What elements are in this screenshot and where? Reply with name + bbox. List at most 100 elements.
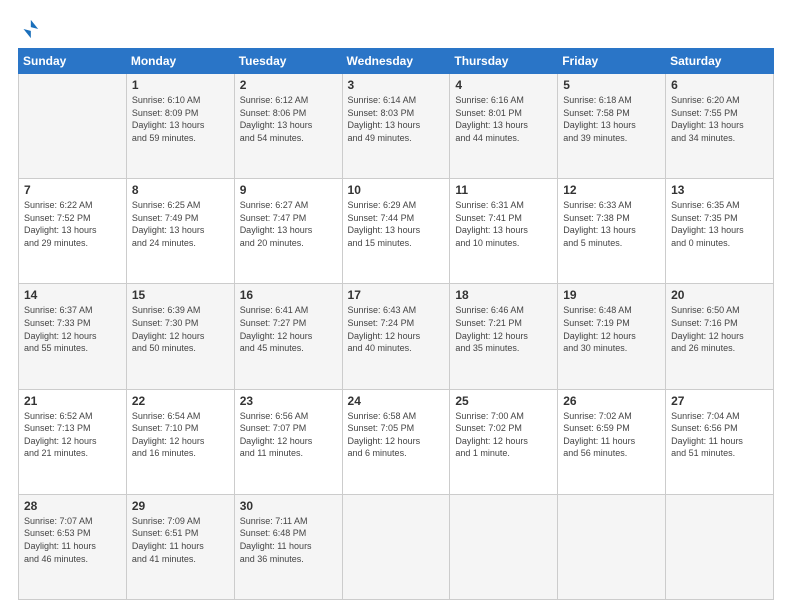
day-info: Sunrise: 6:46 AM Sunset: 7:21 PM Dayligh… xyxy=(455,304,552,354)
calendar-cell: 21Sunrise: 6:52 AM Sunset: 7:13 PM Dayli… xyxy=(19,389,127,494)
day-number: 29 xyxy=(132,499,229,513)
calendar-cell: 24 Sunrise: 6:58 AM Sunset: 7:05 PM Dayli… xyxy=(342,389,450,494)
day-info: Sunrise: 6:33 AM Sunset: 7:38 PM Dayligh… xyxy=(563,199,660,249)
day-number: 4 xyxy=(455,78,552,92)
day-info: Sunrise: 6:48 AM Sunset: 7:19 PM Dayligh… xyxy=(563,304,660,354)
calendar-cell: 30 Sunrise: 7:11 AM Sunset: 6:48 PM Dayli… xyxy=(234,494,342,599)
day-number: 19 xyxy=(563,288,660,302)
day-number: 6 xyxy=(671,78,768,92)
logo-icon xyxy=(18,18,40,40)
logo xyxy=(18,18,44,40)
day-info: Sunrise: 6:31 AM Sunset: 7:41 PM Dayligh… xyxy=(455,199,552,249)
day-number: 8 xyxy=(132,183,229,197)
day-info: Sunrise: 6:10 AM Sunset: 8:09 PM Dayligh… xyxy=(132,94,229,144)
day-number: 9 xyxy=(240,183,337,197)
day-number: 13 xyxy=(671,183,768,197)
calendar-cell: 16Sunrise: 6:41 AM Sunset: 7:27 PM Dayli… xyxy=(234,284,342,389)
calendar-cell: 17Sunrise: 6:43 AM Sunset: 7:24 PM Dayli… xyxy=(342,284,450,389)
calendar-cell xyxy=(450,494,558,599)
day-number: 1 xyxy=(132,78,229,92)
calendar-cell: 13 Sunrise: 6:35 AM Sunset: 7:35 PM Dayli… xyxy=(666,179,774,284)
weekday-header-thursday: Thursday xyxy=(450,49,558,74)
day-number: 22 xyxy=(132,394,229,408)
day-number: 28 xyxy=(24,499,121,513)
day-number: 3 xyxy=(348,78,445,92)
day-info: Sunrise: 6:35 AM Sunset: 7:35 PM Dayligh… xyxy=(671,199,768,249)
page: SundayMondayTuesdayWednesdayThursdayFrid… xyxy=(0,0,792,612)
day-info: Sunrise: 6:18 AM Sunset: 7:58 PM Dayligh… xyxy=(563,94,660,144)
calendar-row-1: 1 Sunrise: 6:10 AM Sunset: 8:09 PM Daylig… xyxy=(19,74,774,179)
calendar-cell xyxy=(342,494,450,599)
calendar-row-4: 21Sunrise: 6:52 AM Sunset: 7:13 PM Dayli… xyxy=(19,389,774,494)
day-info: Sunrise: 7:02 AM Sunset: 6:59 PM Dayligh… xyxy=(563,410,660,460)
calendar-table: SundayMondayTuesdayWednesdayThursdayFrid… xyxy=(18,48,774,600)
day-number: 18 xyxy=(455,288,552,302)
day-info: Sunrise: 7:09 AM Sunset: 6:51 PM Dayligh… xyxy=(132,515,229,565)
day-info: Sunrise: 6:16 AM Sunset: 8:01 PM Dayligh… xyxy=(455,94,552,144)
calendar-cell: 6 Sunrise: 6:20 AM Sunset: 7:55 PM Daylig… xyxy=(666,74,774,179)
day-info: Sunrise: 6:56 AM Sunset: 7:07 PM Dayligh… xyxy=(240,410,337,460)
weekday-header-saturday: Saturday xyxy=(666,49,774,74)
calendar-cell: 3Sunrise: 6:14 AM Sunset: 8:03 PM Daylig… xyxy=(342,74,450,179)
calendar-cell xyxy=(558,494,666,599)
day-number: 23 xyxy=(240,394,337,408)
day-info: Sunrise: 6:20 AM Sunset: 7:55 PM Dayligh… xyxy=(671,94,768,144)
calendar-cell: 9 Sunrise: 6:27 AM Sunset: 7:47 PM Daylig… xyxy=(234,179,342,284)
calendar-cell: 2Sunrise: 6:12 AM Sunset: 8:06 PM Daylig… xyxy=(234,74,342,179)
day-info: Sunrise: 6:25 AM Sunset: 7:49 PM Dayligh… xyxy=(132,199,229,249)
calendar-cell: 19 Sunrise: 6:48 AM Sunset: 7:19 PM Dayli… xyxy=(558,284,666,389)
calendar-cell: 18 Sunrise: 6:46 AM Sunset: 7:21 PM Dayli… xyxy=(450,284,558,389)
day-number: 24 xyxy=(348,394,445,408)
calendar-row-2: 7 Sunrise: 6:22 AM Sunset: 7:52 PM Daylig… xyxy=(19,179,774,284)
calendar-cell: 14 Sunrise: 6:37 AM Sunset: 7:33 PM Dayli… xyxy=(19,284,127,389)
day-info: Sunrise: 7:00 AM Sunset: 7:02 PM Dayligh… xyxy=(455,410,552,460)
calendar-cell: 10 Sunrise: 6:29 AM Sunset: 7:44 PM Dayli… xyxy=(342,179,450,284)
day-number: 11 xyxy=(455,183,552,197)
calendar-cell: 26 Sunrise: 7:02 AM Sunset: 6:59 PM Dayli… xyxy=(558,389,666,494)
weekday-header-wednesday: Wednesday xyxy=(342,49,450,74)
calendar-cell: 8 Sunrise: 6:25 AM Sunset: 7:49 PM Daylig… xyxy=(126,179,234,284)
calendar-cell xyxy=(19,74,127,179)
day-info: Sunrise: 6:22 AM Sunset: 7:52 PM Dayligh… xyxy=(24,199,121,249)
day-number: 25 xyxy=(455,394,552,408)
day-info: Sunrise: 6:52 AM Sunset: 7:13 PM Dayligh… xyxy=(24,410,121,460)
weekday-header-monday: Monday xyxy=(126,49,234,74)
calendar-cell: 15 Sunrise: 6:39 AM Sunset: 7:30 PM Dayli… xyxy=(126,284,234,389)
day-info: Sunrise: 7:11 AM Sunset: 6:48 PM Dayligh… xyxy=(240,515,337,565)
day-number: 15 xyxy=(132,288,229,302)
calendar-cell: 12Sunrise: 6:33 AM Sunset: 7:38 PM Dayli… xyxy=(558,179,666,284)
calendar-cell: 1 Sunrise: 6:10 AM Sunset: 8:09 PM Daylig… xyxy=(126,74,234,179)
day-number: 17 xyxy=(348,288,445,302)
calendar-row-5: 28 Sunrise: 7:07 AM Sunset: 6:53 PM Dayli… xyxy=(19,494,774,599)
day-info: Sunrise: 6:39 AM Sunset: 7:30 PM Dayligh… xyxy=(132,304,229,354)
day-info: Sunrise: 6:50 AM Sunset: 7:16 PM Dayligh… xyxy=(671,304,768,354)
day-info: Sunrise: 6:58 AM Sunset: 7:05 PM Dayligh… xyxy=(348,410,445,460)
day-number: 20 xyxy=(671,288,768,302)
calendar-cell: 7 Sunrise: 6:22 AM Sunset: 7:52 PM Daylig… xyxy=(19,179,127,284)
day-info: Sunrise: 6:27 AM Sunset: 7:47 PM Dayligh… xyxy=(240,199,337,249)
day-number: 30 xyxy=(240,499,337,513)
day-number: 16 xyxy=(240,288,337,302)
day-number: 26 xyxy=(563,394,660,408)
calendar-cell: 27Sunrise: 7:04 AM Sunset: 6:56 PM Dayli… xyxy=(666,389,774,494)
calendar-row-3: 14 Sunrise: 6:37 AM Sunset: 7:33 PM Dayli… xyxy=(19,284,774,389)
day-number: 10 xyxy=(348,183,445,197)
day-info: Sunrise: 6:29 AM Sunset: 7:44 PM Dayligh… xyxy=(348,199,445,249)
day-info: Sunrise: 6:37 AM Sunset: 7:33 PM Dayligh… xyxy=(24,304,121,354)
day-number: 2 xyxy=(240,78,337,92)
weekday-header-sunday: Sunday xyxy=(19,49,127,74)
calendar-cell: 5 Sunrise: 6:18 AM Sunset: 7:58 PM Daylig… xyxy=(558,74,666,179)
day-number: 7 xyxy=(24,183,121,197)
calendar-cell: 23 Sunrise: 6:56 AM Sunset: 7:07 PM Dayli… xyxy=(234,389,342,494)
header xyxy=(18,18,774,40)
day-info: Sunrise: 7:04 AM Sunset: 6:56 PM Dayligh… xyxy=(671,410,768,460)
day-number: 14 xyxy=(24,288,121,302)
day-number: 5 xyxy=(563,78,660,92)
calendar-cell: 4 Sunrise: 6:16 AM Sunset: 8:01 PM Daylig… xyxy=(450,74,558,179)
calendar-cell: 25 Sunrise: 7:00 AM Sunset: 7:02 PM Dayli… xyxy=(450,389,558,494)
calendar-cell: 28 Sunrise: 7:07 AM Sunset: 6:53 PM Dayli… xyxy=(19,494,127,599)
day-info: Sunrise: 7:07 AM Sunset: 6:53 PM Dayligh… xyxy=(24,515,121,565)
calendar-cell: 22 Sunrise: 6:54 AM Sunset: 7:10 PM Dayli… xyxy=(126,389,234,494)
day-info: Sunrise: 6:54 AM Sunset: 7:10 PM Dayligh… xyxy=(132,410,229,460)
calendar-cell xyxy=(666,494,774,599)
